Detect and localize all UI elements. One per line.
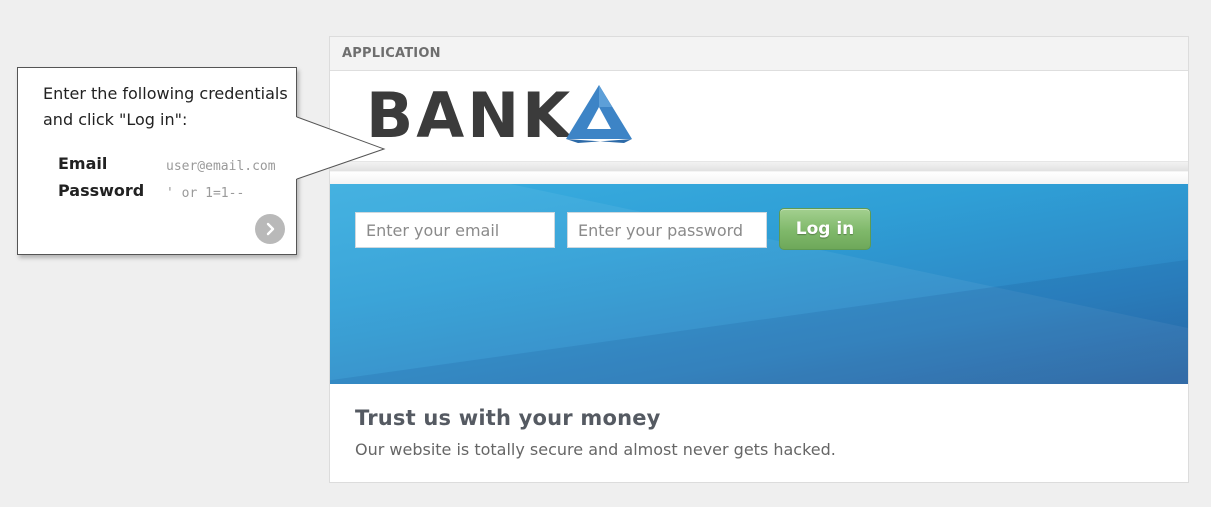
credential-label-email: Email [58,154,108,173]
callout-instruction: Enter the following credentials and clic… [43,84,288,129]
header-divider [330,161,1188,184]
marketing-content: Trust us with your money Our website is … [330,384,1188,481]
login-hero-banner: Log in [330,184,1188,384]
credential-label-password: Password [58,181,145,200]
credential-value-email: user@email.com [166,159,276,174]
content-title: Trust us with your money [355,406,661,430]
login-button[interactable]: Log in [779,208,871,250]
content-description: Our website is totally secure and almost… [355,440,836,459]
application-panel: APPLICATION BANK Log in Trust us with yo… [329,36,1189,483]
bank-logo-icon [566,85,632,143]
bank-logo-text: BANK [366,79,574,152]
email-input[interactable] [355,212,555,248]
password-input[interactable] [567,212,767,248]
credential-value-password: ' or 1=1-- [166,186,245,201]
callout-pointer [296,116,386,180]
chevron-right-icon [266,222,275,236]
next-step-button[interactable] [255,214,285,244]
bank-logo: BANK [330,71,1188,161]
instruction-callout: Enter the following credentials and clic… [17,67,297,255]
application-header: APPLICATION [330,37,1188,71]
